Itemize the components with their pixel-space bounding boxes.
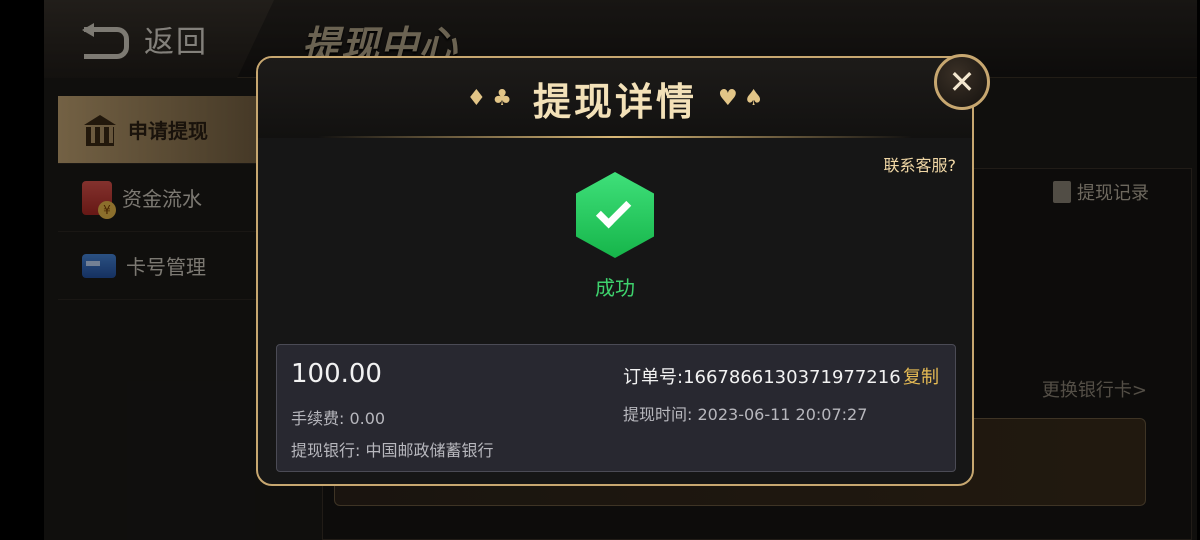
spade-suit-icon: ♠ [743, 85, 764, 111]
sidebar-item-card-management[interactable]: 卡号管理 [58, 232, 282, 300]
success-badge [576, 172, 654, 258]
diamond-suit-icon: ♦ [466, 85, 487, 111]
back-label: 返回 [144, 25, 208, 60]
withdraw-details-box: 100.00 手续费: 0.00 提现银行: 中国邮政储蓄银行 订单号:1667… [276, 344, 956, 472]
modal-title: 提现详情 [532, 79, 697, 124]
order-number: 订单号:1667866130371977216 [623, 367, 901, 388]
withdraw-record-label: 提现记录 [1077, 183, 1149, 204]
status-text: 成功 [595, 276, 635, 300]
sidebar: 申请提现 资金流水 卡号管理 [58, 96, 282, 540]
bank-icon [82, 114, 118, 146]
sidebar-item-label: 卡号管理 [126, 255, 206, 279]
close-icon[interactable]: ✕ [934, 54, 990, 110]
fee-text: 手续费: 0.00 [291, 409, 386, 428]
sidebar-item-label: 申请提现 [128, 119, 208, 143]
sidebar-item-apply-withdraw[interactable]: 申请提现 [58, 96, 282, 164]
document-icon [1053, 181, 1071, 203]
sidebar-item-label: 资金流水 [122, 187, 202, 211]
withdraw-amount: 100.00 [291, 359, 382, 389]
back-button[interactable]: 返回 [44, 0, 274, 78]
contact-support-link[interactable]: 联系客服? [884, 152, 957, 176]
withdraw-record-link[interactable]: 提现记录 [1053, 179, 1149, 205]
heart-suit-icon: ♥ [718, 85, 738, 111]
back-arrow-icon [84, 24, 136, 59]
card-icon [82, 253, 116, 278]
club-suit-icon: ♣ [492, 85, 512, 111]
modal-header: ♦ ♣ 提现详情 ♥ ♠ [258, 58, 972, 138]
sidebar-item-fund-flow[interactable]: 资金流水 [58, 164, 282, 232]
withdraw-time: 提现时间: 2023-06-11 20:07:27 [623, 405, 868, 424]
withdraw-detail-modal: ♦ ♣ 提现详情 ♥ ♠ 联系客服? 成功 100.00 手续费: 0.00 提… [256, 56, 974, 486]
fund-icon [82, 180, 116, 219]
check-icon [576, 172, 654, 258]
copy-button[interactable]: 复制 [903, 363, 939, 389]
change-bank-card-link[interactable]: 更换银行卡> [1042, 376, 1147, 402]
withdraw-bank-text: 提现银行: 中国邮政储蓄银行 [291, 441, 494, 460]
